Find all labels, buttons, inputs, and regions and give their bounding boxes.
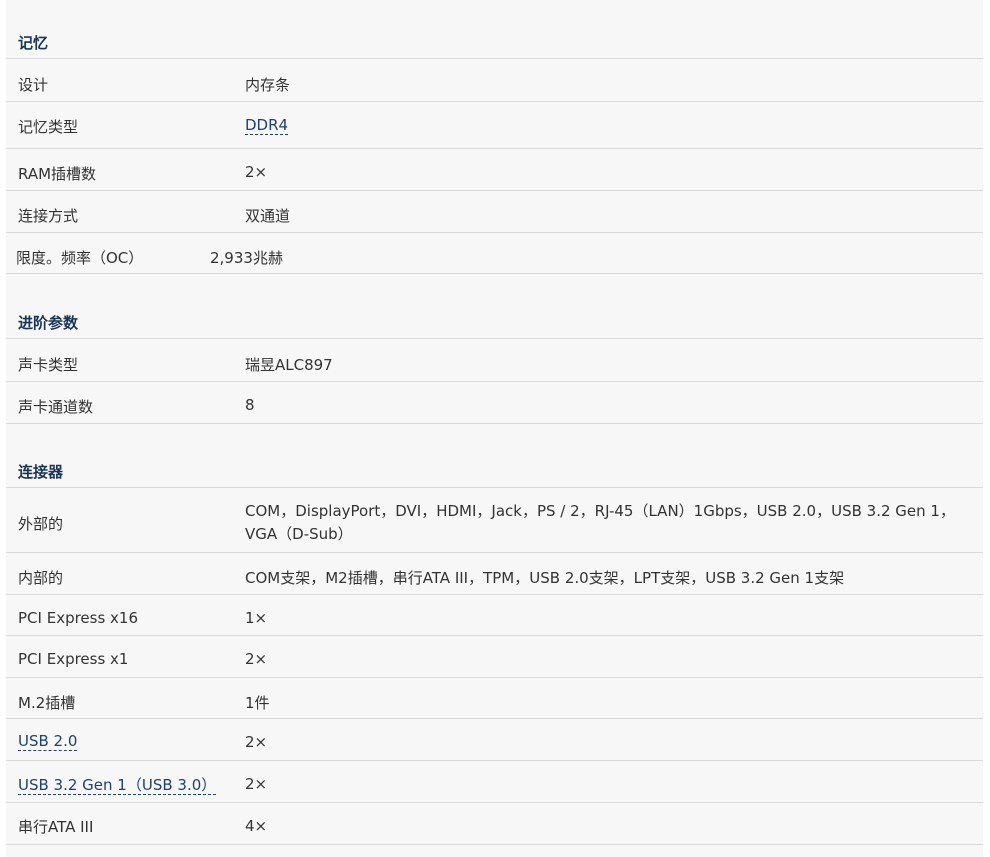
section-title-memory: 记忆 — [6, 32, 983, 59]
spec-key: 连接方式 — [18, 207, 79, 225]
spec-value: 1件 — [245, 694, 270, 712]
spec-value: 2× — [245, 650, 268, 668]
spec-value: COM支架，M2插槽，串行ATA III，TPM，USB 2.0支架，LPT支架… — [245, 569, 845, 587]
spec-key: 声卡通道数 — [18, 398, 94, 416]
spec-row-memory-type: 记忆类型 DDR4 — [6, 102, 983, 149]
spec-row-channel-mode: 连接方式 双通道 — [6, 191, 983, 233]
spec-key: PCI Express x1 — [18, 650, 129, 668]
ddr4-link[interactable]: DDR4 — [245, 116, 289, 135]
spec-key: 内部的 — [18, 569, 64, 587]
spec-row-pcie-x1: PCI Express x1 2× — [6, 636, 983, 678]
spec-value: 内存条 — [245, 76, 291, 94]
usb-3-link[interactable]: USB 3.2 Gen 1（USB 3.0） — [18, 776, 217, 795]
spec-row-sound-channels: 声卡通道数 8 — [6, 382, 983, 424]
spec-table: 记忆 设计 内存条 记忆类型 DDR4 RAM插槽数 2× 连接方式 双通道 限… — [6, 0, 983, 857]
spec-key: 限度。频率（OC） — [16, 249, 144, 267]
spec-row-design: 设计 内存条 — [6, 60, 983, 102]
spec-key: PCI Express x16 — [18, 609, 139, 627]
spec-value: 2× — [245, 733, 268, 751]
spec-row-sata: 串行ATA III 4× — [6, 803, 983, 845]
spec-key: 声卡类型 — [18, 356, 79, 374]
spec-key: 设计 — [18, 76, 49, 94]
spec-value: 瑞昱ALC897 — [245, 356, 333, 374]
spec-row-ram-slots: RAM插槽数 2× — [6, 149, 983, 191]
spec-value: 4× — [245, 817, 268, 835]
spec-row-internal: 内部的 COM支架，M2插槽，串行ATA III，TPM，USB 2.0支架，L… — [6, 553, 983, 595]
spec-row-usb3: USB 3.2 Gen 1（USB 3.0） 2× — [6, 761, 983, 803]
spec-row-max-frequency: 限度。频率（OC） 2,933兆赫 — [6, 233, 983, 274]
usb-2-link[interactable]: USB 2.0 — [18, 732, 78, 751]
spec-value: 2,933兆赫 — [210, 249, 283, 267]
spec-value: 8 — [245, 396, 255, 414]
spec-row-usb2: USB 2.0 2× — [6, 719, 983, 761]
spec-key: 外部的 — [18, 515, 64, 533]
spec-row-pcie-x16: PCI Express x16 1× — [6, 595, 983, 636]
spec-value: 2× — [245, 775, 268, 793]
spec-key: M.2插槽 — [18, 694, 76, 712]
spec-row-m2-slots: M.2插槽 1件 — [6, 678, 983, 719]
section-title-advanced: 进阶参数 — [6, 312, 983, 339]
spec-key: 串行ATA III — [18, 818, 94, 836]
spec-key: RAM插槽数 — [18, 165, 97, 183]
spec-value: 双通道 — [245, 207, 291, 225]
section-title-connectors: 连接器 — [6, 461, 983, 488]
spec-value: COM，DisplayPort，DVI，HDMI，Jack，PS / 2，RJ-… — [245, 502, 955, 543]
spec-row-sound-card: 声卡类型 瑞昱ALC897 — [6, 340, 983, 382]
spec-value: 1× — [245, 609, 268, 627]
spec-key: 记忆类型 — [18, 118, 79, 136]
spec-row-external: 外部的 COM，DisplayPort，DVI，HDMI，Jack，PS / 2… — [6, 489, 983, 553]
spec-value: 2× — [245, 163, 268, 181]
